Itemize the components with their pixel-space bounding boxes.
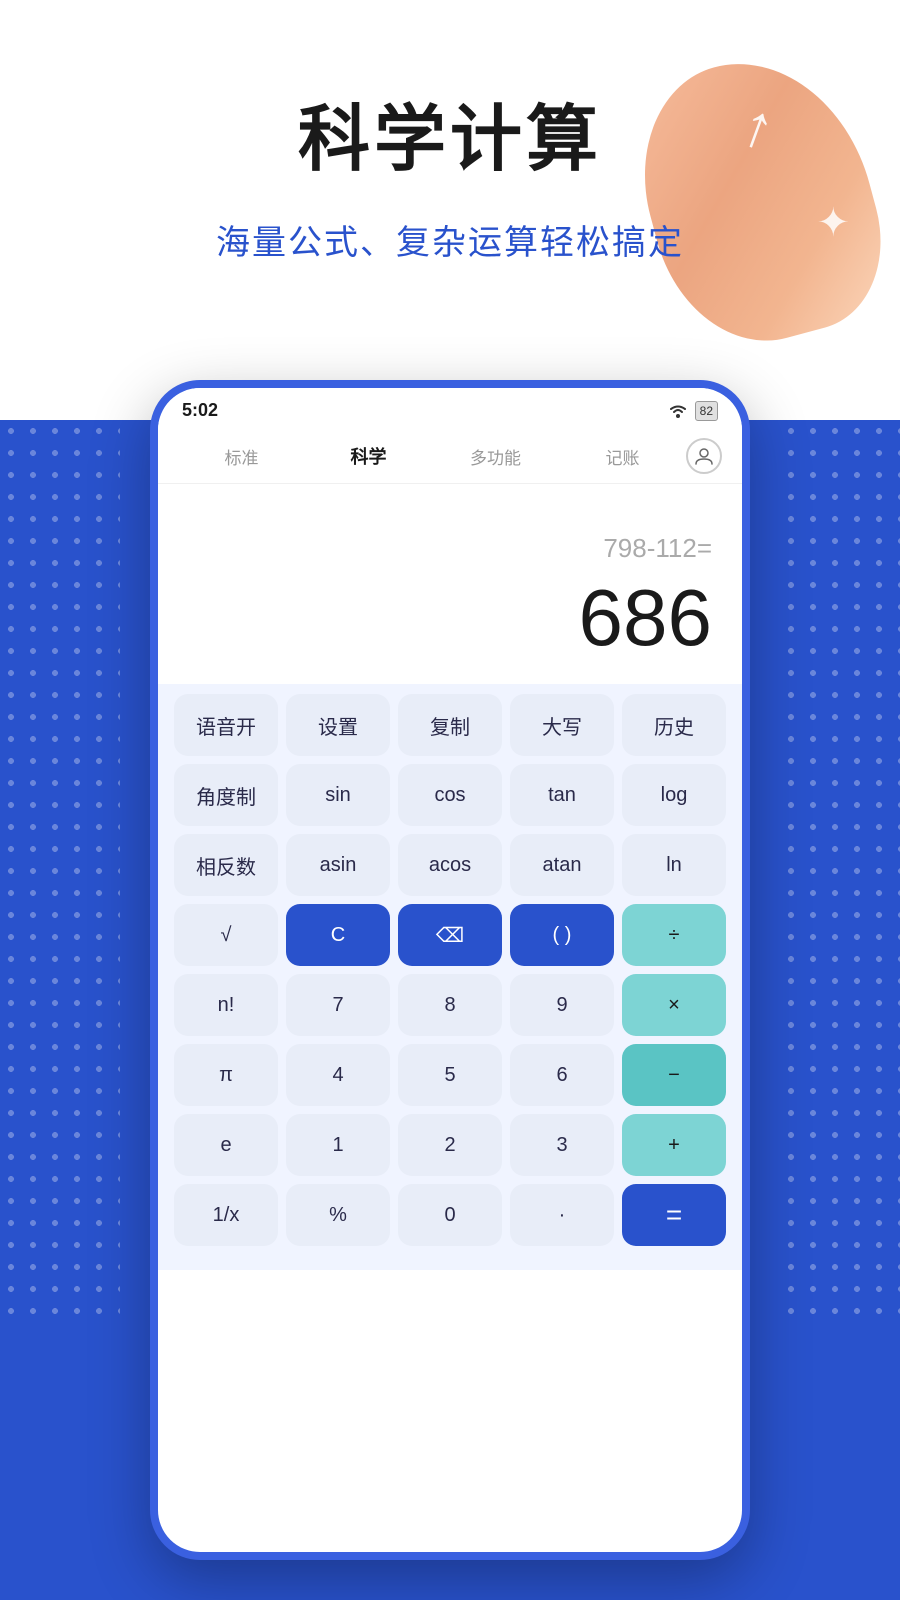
key-row-7: 1/x%0·= — [174, 1184, 726, 1246]
key-___[interactable]: 相反数 — [174, 834, 278, 896]
key-_[interactable]: ⌫ — [398, 904, 502, 966]
profile-button[interactable] — [686, 438, 722, 474]
key-row-5: π456− — [174, 1044, 726, 1106]
dot-pattern-left — [0, 420, 120, 1320]
key-___[interactable]: ( ) — [510, 904, 614, 966]
key-atan[interactable]: atan — [510, 834, 614, 896]
tab-accounting[interactable]: 记账 — [559, 438, 686, 475]
key-e[interactable]: e — [174, 1114, 278, 1176]
key-_[interactable]: + — [622, 1114, 726, 1176]
key-1[interactable]: 1 — [286, 1114, 390, 1176]
keypad: 语音开设置复制大写历史角度制sincostanlog相反数asinacosata… — [158, 684, 742, 1270]
tab-standard[interactable]: 标准 — [178, 438, 305, 475]
key-row-1: 角度制sincostanlog — [174, 764, 726, 826]
dot-pattern-right — [780, 420, 900, 1320]
key-row-4: n!789× — [174, 974, 726, 1036]
key-_[interactable]: ÷ — [622, 904, 726, 966]
key-_[interactable]: × — [622, 974, 726, 1036]
key-row-0: 语音开设置复制大写历史 — [174, 694, 726, 756]
key-log[interactable]: log — [622, 764, 726, 826]
key-3[interactable]: 3 — [510, 1114, 614, 1176]
tab-science[interactable]: 科学 — [305, 437, 432, 475]
key-2[interactable]: 2 — [398, 1114, 502, 1176]
key-6[interactable]: 6 — [510, 1044, 614, 1106]
phone-frame: 5:02 82 标准 科学 多功能 记账 798-112= 686 — [150, 380, 750, 1560]
status-icons: 82 — [667, 401, 718, 421]
key-_[interactable]: · — [510, 1184, 614, 1246]
title-section: 科学计算 海量公式、复杂运算轻松搞定 — [0, 80, 900, 264]
key-row-6: e123+ — [174, 1114, 726, 1176]
key-row-2: 相反数asinacosatanln — [174, 834, 726, 896]
key-row-3: √C⌫( )÷ — [174, 904, 726, 966]
status-time: 5:02 — [182, 400, 218, 421]
key-4[interactable]: 4 — [286, 1044, 390, 1106]
tab-multifunction[interactable]: 多功能 — [432, 438, 559, 475]
expression: 798-112= — [603, 533, 712, 564]
key-_[interactable]: √ — [174, 904, 278, 966]
key-__[interactable]: 设置 — [286, 694, 390, 756]
key-tan[interactable]: tan — [510, 764, 614, 826]
key-7[interactable]: 7 — [286, 974, 390, 1036]
key-0[interactable]: 0 — [398, 1184, 502, 1246]
battery-icon: 82 — [695, 401, 718, 421]
key-5[interactable]: 5 — [398, 1044, 502, 1106]
key-sin[interactable]: sin — [286, 764, 390, 826]
key-cos[interactable]: cos — [398, 764, 502, 826]
key-asin[interactable]: asin — [286, 834, 390, 896]
key-8[interactable]: 8 — [398, 974, 502, 1036]
display-area: 798-112= 686 — [158, 484, 742, 684]
key-9[interactable]: 9 — [510, 974, 614, 1036]
wifi-icon — [667, 403, 689, 419]
key-___[interactable]: 角度制 — [174, 764, 278, 826]
subtitle: 海量公式、复杂运算轻松搞定 — [0, 215, 900, 264]
key-acos[interactable]: acos — [398, 834, 502, 896]
main-title: 科学计算 — [0, 80, 900, 185]
key-_[interactable]: π — [174, 1044, 278, 1106]
profile-icon — [694, 446, 714, 466]
result: 686 — [579, 572, 712, 664]
key-_[interactable]: % — [286, 1184, 390, 1246]
key-C[interactable]: C — [286, 904, 390, 966]
key-__[interactable]: 历史 — [622, 694, 726, 756]
tab-bar: 标准 科学 多功能 记账 — [158, 429, 742, 484]
key-1_x[interactable]: 1/x — [174, 1184, 278, 1246]
status-bar: 5:02 82 — [158, 388, 742, 429]
key-n_[interactable]: n! — [174, 974, 278, 1036]
key-_[interactable]: = — [622, 1184, 726, 1246]
key-__[interactable]: 复制 — [398, 694, 502, 756]
key-___[interactable]: 语音开 — [174, 694, 278, 756]
key-__[interactable]: 大写 — [510, 694, 614, 756]
key-_[interactable]: − — [622, 1044, 726, 1106]
key-ln[interactable]: ln — [622, 834, 726, 896]
